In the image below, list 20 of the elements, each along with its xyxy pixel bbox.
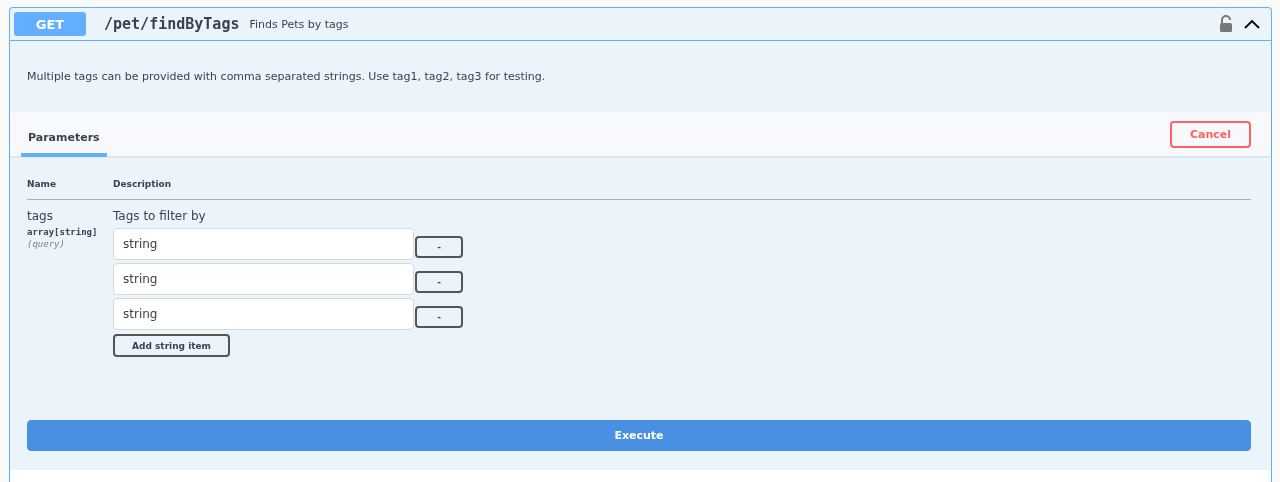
parameter-type: array[string] [27, 227, 99, 237]
parameters-tab[interactable]: Parameters [21, 117, 107, 157]
method-badge: GET [14, 12, 86, 36]
remove-item-button[interactable]: - [415, 306, 463, 328]
add-item-button[interactable]: Add string item [113, 334, 230, 357]
remove-item-button[interactable]: - [415, 271, 463, 293]
remove-item-button[interactable]: - [415, 236, 463, 258]
column-header: Description [113, 179, 172, 189]
endpoint-path[interactable]: /pet/findByTags [104, 15, 240, 33]
input-field[interactable]: string [113, 263, 414, 295]
column-header: Name [27, 179, 58, 189]
input-field[interactable]: string [113, 228, 414, 260]
unlocked-padlock-icon[interactable] [1219, 15, 1233, 33]
endpoint-summary: Finds Pets by tags [249, 17, 350, 31]
operation-description: Multiple tags can be provided with comma separated strings. Use tag1, tag2, tag3 for testing. [27, 70, 546, 83]
parameter-description: Tags to filter by [113, 209, 207, 223]
parameter-location: (query) [27, 239, 66, 249]
collapse-icon[interactable] [1243, 18, 1261, 30]
parameter-name: tags [27, 209, 54, 223]
input-field[interactable]: string [113, 298, 414, 330]
